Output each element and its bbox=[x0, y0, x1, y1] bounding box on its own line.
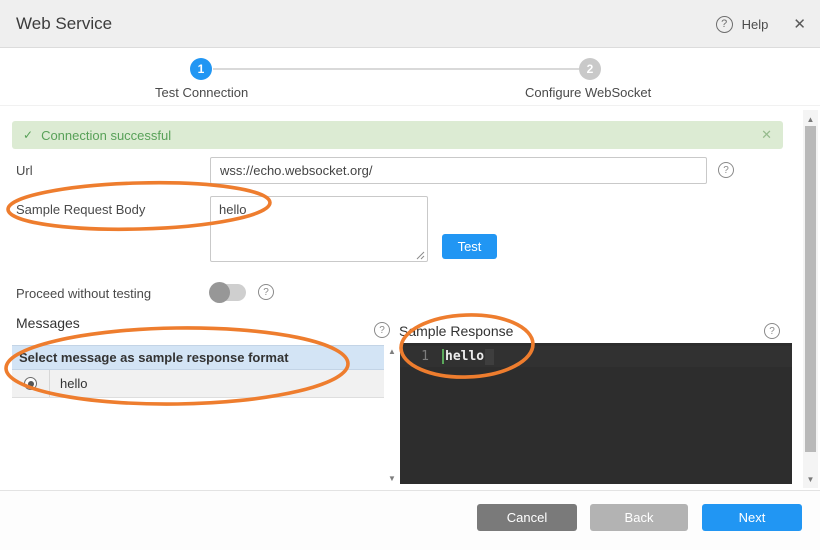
request-body-textarea[interactable]: hello bbox=[210, 196, 428, 262]
messages-scroll-down-icon[interactable]: ▼ bbox=[388, 474, 396, 483]
step-1-label: Test Connection bbox=[155, 85, 248, 100]
success-banner: Connection successful bbox=[12, 121, 783, 149]
request-body-label: Sample Request Body bbox=[16, 202, 145, 217]
url-help-icon[interactable] bbox=[718, 162, 734, 178]
code-text: hello bbox=[445, 349, 484, 364]
check-icon bbox=[23, 128, 33, 142]
message-row-text: hello bbox=[50, 376, 87, 391]
sample-response-label: Sample Response bbox=[399, 323, 513, 339]
editor-cursor-block bbox=[485, 349, 494, 365]
message-row[interactable]: hello bbox=[12, 370, 384, 398]
success-banner-text: Connection successful bbox=[41, 128, 171, 143]
message-radio-cell bbox=[12, 370, 50, 397]
sample-response-editor[interactable]: 1 hello bbox=[400, 343, 792, 484]
messages-table: Select message as sample response format… bbox=[12, 345, 384, 398]
next-button[interactable]: Next bbox=[702, 504, 802, 531]
url-input[interactable] bbox=[210, 157, 707, 184]
page-title: Web Service bbox=[16, 0, 112, 48]
url-label: Url bbox=[16, 163, 33, 178]
messages-table-header: Select message as sample response format bbox=[12, 345, 384, 370]
stepper-connector bbox=[213, 68, 579, 70]
proceed-help-icon[interactable] bbox=[258, 284, 274, 300]
wizard-stepper: 1 Test Connection 2 Configure WebSocket bbox=[0, 48, 820, 106]
proceed-toggle[interactable] bbox=[210, 284, 246, 301]
scroll-up-icon[interactable]: ▲ bbox=[803, 112, 818, 126]
step-2-circle[interactable]: 2 bbox=[579, 58, 601, 80]
cancel-button[interactable]: Cancel bbox=[477, 504, 577, 531]
line-number: 1 bbox=[400, 349, 442, 364]
back-button[interactable]: Back bbox=[590, 504, 688, 531]
messages-help-icon[interactable] bbox=[374, 322, 390, 338]
messages-scroll-up-icon[interactable]: ▲ bbox=[388, 347, 396, 356]
scroll-down-icon[interactable]: ▼ bbox=[803, 472, 818, 486]
dialog-footer: Cancel Back Next bbox=[0, 490, 820, 550]
code-line: 1 hello bbox=[400, 346, 792, 367]
step-1-circle[interactable]: 1 bbox=[190, 58, 212, 80]
vertical-scrollbar[interactable]: ▲ ▼ bbox=[803, 110, 818, 488]
sample-response-help-icon[interactable] bbox=[764, 323, 780, 339]
proceed-label: Proceed without testing bbox=[16, 286, 151, 301]
web-service-dialog: Web Service Help 1 Test Connection 2 Con… bbox=[0, 0, 820, 550]
banner-close-icon[interactable] bbox=[761, 127, 772, 143]
dialog-header: Web Service Help bbox=[0, 0, 820, 48]
editor-caret bbox=[442, 349, 444, 364]
step-2-label: Configure WebSocket bbox=[525, 85, 651, 100]
help-icon[interactable] bbox=[716, 16, 733, 33]
test-button[interactable]: Test bbox=[442, 234, 497, 259]
help-link[interactable]: Help bbox=[742, 17, 769, 32]
messages-section-label: Messages bbox=[16, 315, 80, 331]
toggle-knob bbox=[209, 282, 230, 303]
message-radio-selected[interactable] bbox=[24, 377, 37, 390]
close-icon[interactable] bbox=[793, 15, 806, 33]
scrollbar-thumb[interactable] bbox=[805, 126, 816, 452]
